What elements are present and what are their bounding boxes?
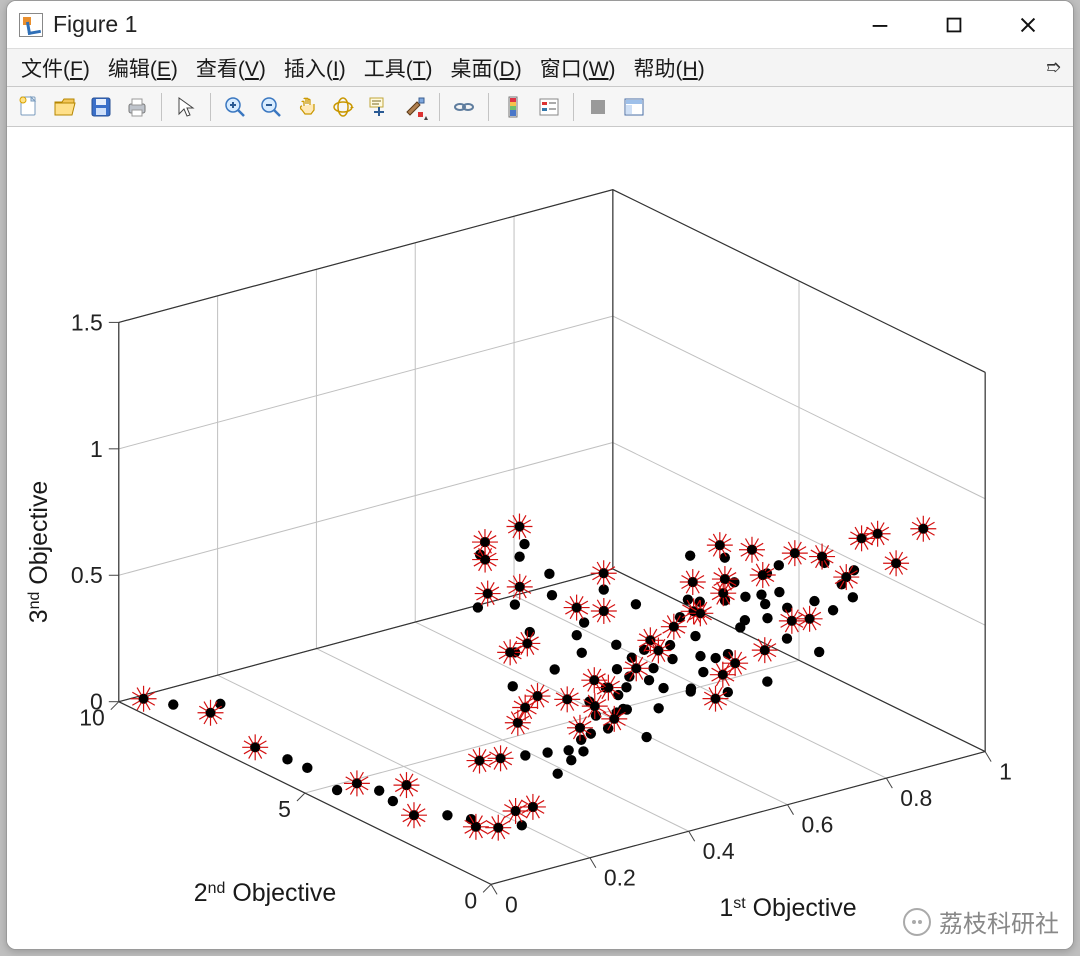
link-icon[interactable]: [448, 91, 480, 123]
menu-help[interactable]: 帮助(H): [628, 51, 711, 85]
pointer-icon[interactable]: [170, 91, 202, 123]
svg-text:2nd Objective: 2nd Objective: [194, 879, 337, 907]
open-icon[interactable]: [49, 91, 81, 123]
zoom-out-icon[interactable]: [255, 91, 287, 123]
figure-window: Figure 1 文件(F) 编辑(E) 查看(V) 插入(I) 工具(T) 桌…: [6, 0, 1074, 950]
window-controls: [857, 5, 1051, 45]
legend-icon[interactable]: [533, 91, 565, 123]
window-title: Figure 1: [53, 11, 857, 38]
axes-3d[interactable]: 00.20.40.60.81051000.511.51st Objective2…: [7, 127, 1073, 949]
stop-icon[interactable]: [582, 91, 614, 123]
print-icon[interactable]: [121, 91, 153, 123]
svg-text:0.5: 0.5: [71, 562, 103, 588]
axes-canvas[interactable]: 00.20.40.60.81051000.511.51st Objective2…: [7, 127, 1073, 949]
menu-tools[interactable]: 工具(T): [358, 51, 439, 85]
svg-text:1: 1: [999, 759, 1012, 785]
colorbar-icon[interactable]: [497, 91, 529, 123]
svg-text:0: 0: [90, 689, 103, 715]
menu-bar: 文件(F) 编辑(E) 查看(V) 插入(I) 工具(T) 桌面(D) 窗口(W…: [7, 49, 1073, 87]
svg-text:0.6: 0.6: [802, 812, 834, 838]
menu-desktop[interactable]: 桌面(D): [445, 51, 528, 85]
svg-text:0.4: 0.4: [703, 838, 735, 864]
svg-text:1st Objective: 1st Objective: [719, 894, 856, 922]
svg-text:1: 1: [90, 436, 103, 462]
minimize-button[interactable]: [857, 5, 903, 45]
menu-edit[interactable]: 编辑(E): [102, 51, 184, 85]
svg-text:0: 0: [505, 891, 518, 917]
svg-text:0.2: 0.2: [604, 865, 636, 891]
matlab-figure-icon: [19, 13, 43, 37]
svg-text:3nd Objective: 3nd Objective: [25, 481, 53, 624]
svg-text:5: 5: [278, 796, 291, 822]
svg-text:0: 0: [464, 887, 477, 913]
data-cursor-icon[interactable]: [363, 91, 395, 123]
dock-arrow-icon[interactable]: ➱: [1046, 57, 1061, 78]
watermark: 荔枝科研社: [903, 904, 1059, 939]
brush-icon[interactable]: [399, 91, 431, 123]
maximize-button[interactable]: [931, 5, 977, 45]
figure-toolbar: [7, 87, 1073, 127]
svg-text:0.8: 0.8: [900, 785, 932, 811]
menu-file[interactable]: 文件(F): [15, 51, 96, 85]
zoom-in-icon[interactable]: [219, 91, 251, 123]
menu-view[interactable]: 查看(V): [190, 51, 272, 85]
svg-text:1.5: 1.5: [71, 309, 103, 335]
menu-window[interactable]: 窗口(W): [534, 51, 622, 85]
close-button[interactable]: [1005, 5, 1051, 45]
menu-insert[interactable]: 插入(I): [278, 51, 352, 85]
wechat-icon: [903, 908, 931, 936]
new-figure-icon[interactable]: [13, 91, 45, 123]
save-icon[interactable]: [85, 91, 117, 123]
title-bar: Figure 1: [7, 1, 1073, 49]
watermark-text: 荔枝科研社: [939, 904, 1059, 939]
rotate-3d-icon[interactable]: [327, 91, 359, 123]
pan-icon[interactable]: [291, 91, 323, 123]
layout-icon[interactable]: [618, 91, 650, 123]
